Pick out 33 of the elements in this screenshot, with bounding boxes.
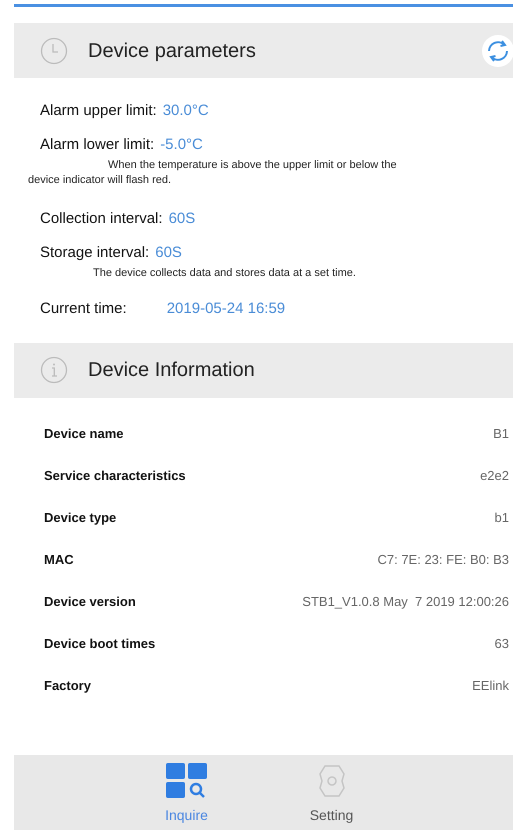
field-value: -5.0°C bbox=[160, 134, 203, 154]
section-title: Device Information bbox=[88, 358, 255, 383]
field-label: Collection interval: bbox=[40, 209, 163, 229]
tab[interactable]: Setting bbox=[259, 755, 404, 830]
info-value: B1 bbox=[493, 424, 509, 443]
info-value: b1 bbox=[494, 508, 509, 527]
info-value: STB1_V1.0.8 May 7 2019 12:00:26 bbox=[302, 592, 509, 611]
field-value: 2019-05-24 16:59 bbox=[166, 299, 286, 319]
refresh-button[interactable] bbox=[481, 34, 513, 68]
clock-icon bbox=[40, 36, 68, 64]
info-value: C7: 7E: 23: FE: B0: B3 bbox=[377, 550, 509, 569]
field-label: Alarm lower limit: bbox=[40, 134, 154, 154]
field-value: 30.0°C bbox=[162, 101, 209, 121]
note-text: When the temperature is above the upper limit or below the device indicator will flash red. bbox=[27, 158, 398, 188]
info-label: MAC bbox=[44, 550, 74, 569]
grid-search-icon bbox=[166, 763, 208, 799]
info-value: EElink bbox=[472, 676, 509, 695]
field-label: Current time: bbox=[40, 299, 127, 319]
note-text: The device collects data and stores data at a set time. bbox=[92, 266, 357, 281]
field-label: Alarm upper limit: bbox=[40, 101, 157, 121]
info-icon bbox=[40, 356, 68, 384]
field-value: 60S bbox=[168, 209, 196, 229]
info-label: Device name bbox=[44, 424, 124, 443]
field-label: Storage interval: bbox=[40, 242, 150, 262]
info-value: 63 bbox=[494, 634, 509, 653]
info-label: Service characteristics bbox=[44, 466, 186, 485]
info-label: Device type bbox=[44, 508, 116, 527]
info-label: Device version bbox=[44, 592, 136, 611]
section-title: Device parameters bbox=[88, 38, 256, 64]
field-value: 60S bbox=[155, 242, 182, 262]
info-value: e2e2 bbox=[480, 466, 509, 485]
info-label: Device boot times bbox=[44, 634, 156, 653]
info-label: Factory bbox=[44, 676, 91, 695]
